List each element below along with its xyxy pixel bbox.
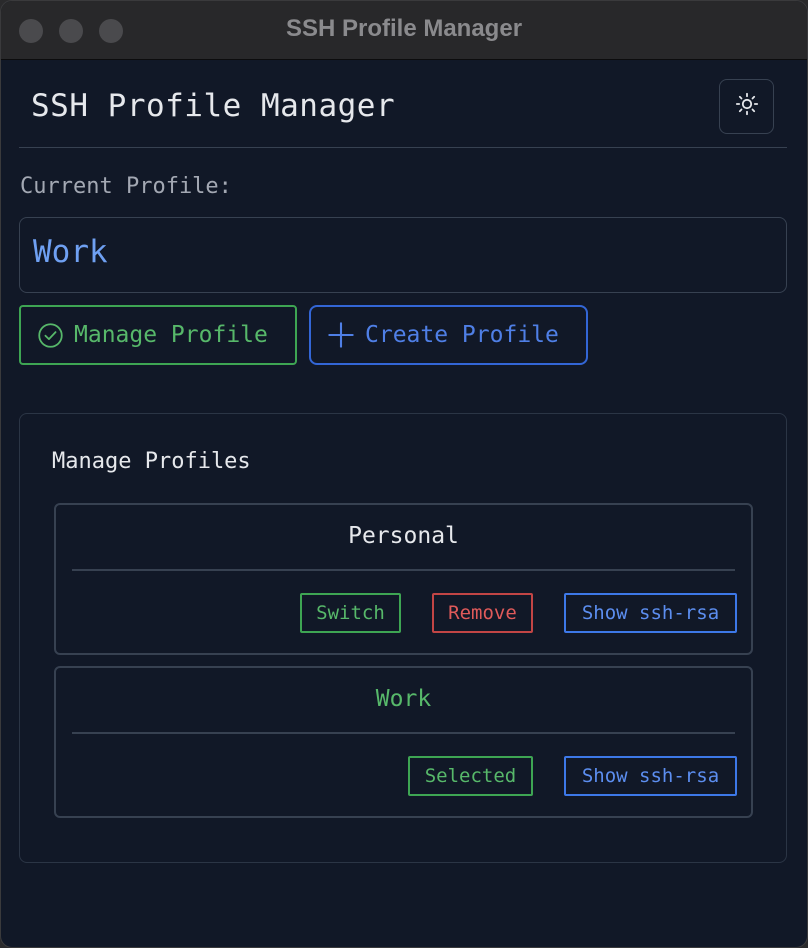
window-title: SSH Profile Manager (285, 15, 523, 42)
manage-profile-label: Manage Profile (74, 322, 268, 348)
profile-card-work: Work Selected Show ssh-rsa (54, 666, 753, 818)
create-profile-label: Create Profile (365, 322, 559, 348)
title-bar[interactable]: SSH Profile Manager (1, 1, 807, 60)
app-window: SSH Profile Manager SSH Profile Manager … (0, 0, 808, 948)
manage-profiles-panel: Manage Profiles Personal Switch Remove S… (19, 413, 787, 863)
theme-toggle-button[interactable] (719, 79, 774, 134)
selected-badge: Selected (408, 756, 533, 796)
create-profile-button[interactable]: Create Profile (309, 305, 588, 365)
card-divider (72, 569, 735, 571)
current-profile-display: Work (19, 217, 787, 293)
header-divider (19, 147, 787, 148)
check-circle-icon (37, 322, 64, 349)
switch-button[interactable]: Switch (300, 593, 401, 633)
page-title: SSH Profile Manager (31, 88, 396, 124)
current-profile-value: Work (33, 234, 108, 270)
show-ssh-rsa-button[interactable]: Show ssh-rsa (564, 756, 737, 796)
sun-icon (735, 92, 759, 121)
profile-name: Work (375, 686, 432, 712)
profile-name: Personal (348, 523, 459, 549)
manage-profiles-title: Manage Profiles (52, 449, 251, 474)
manage-profile-button[interactable]: Manage Profile (19, 305, 297, 365)
remove-button[interactable]: Remove (432, 593, 533, 633)
show-ssh-rsa-button[interactable]: Show ssh-rsa (564, 593, 737, 633)
profile-card-personal: Personal Switch Remove Show ssh-rsa (54, 503, 753, 655)
plus-icon (327, 321, 355, 349)
card-divider (72, 732, 735, 734)
current-profile-label: Current Profile: (20, 174, 232, 199)
